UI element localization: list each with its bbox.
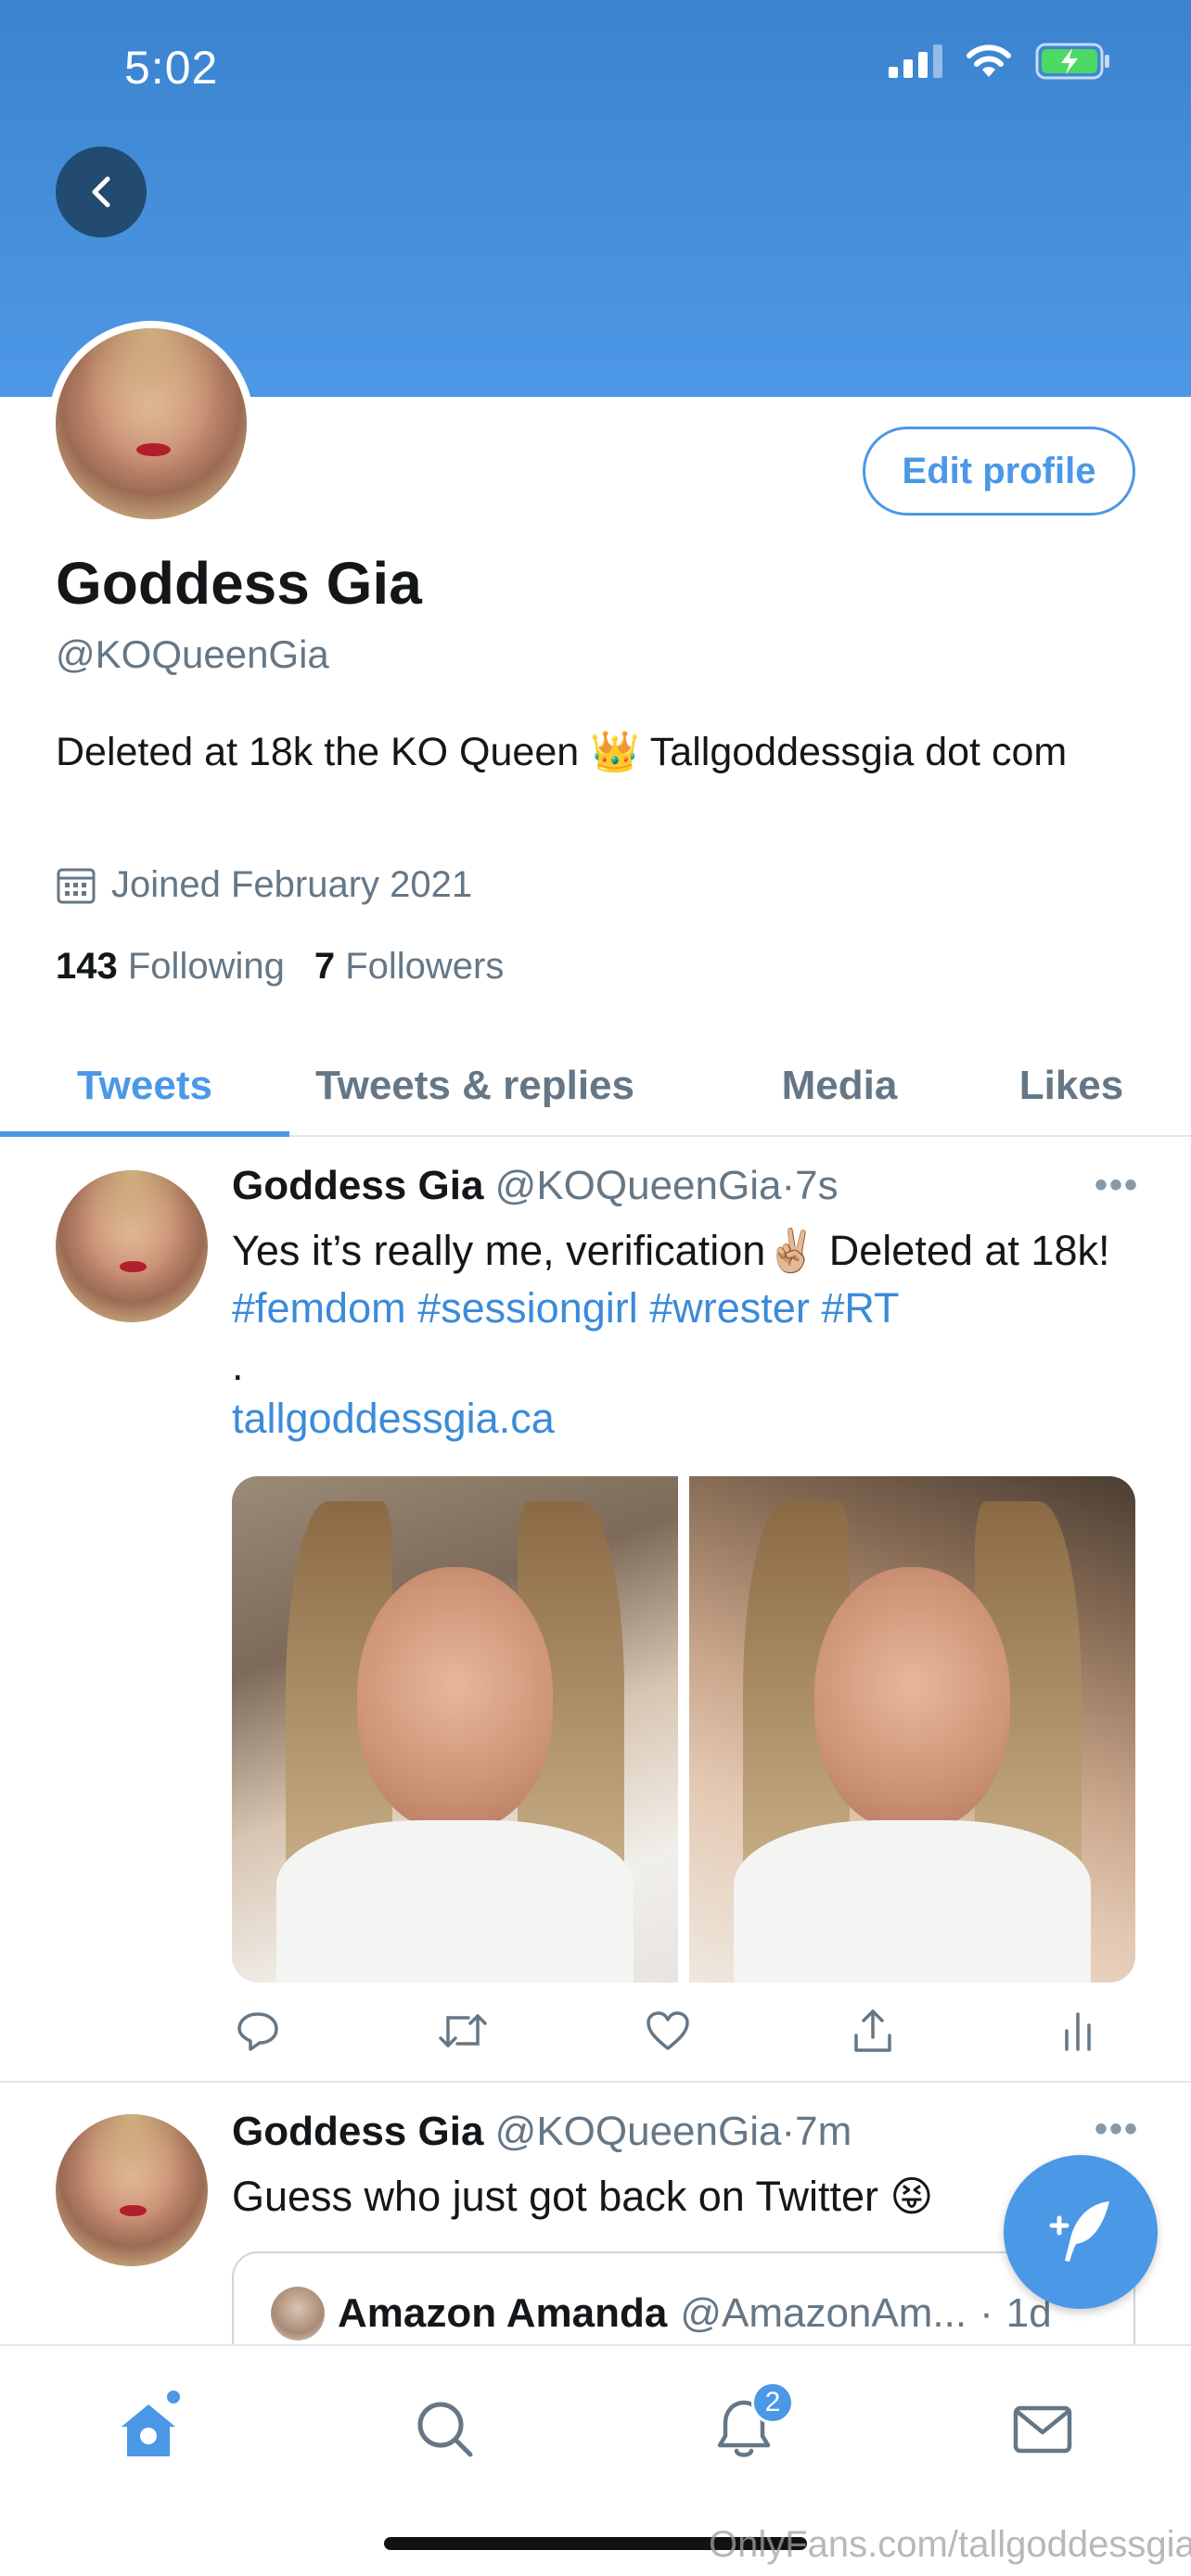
tab-media[interactable]: Media: [733, 1035, 946, 1137]
share-icon: [854, 2009, 891, 2052]
follow-stats: 143 Following 7 Followers: [56, 946, 504, 988]
quoted-author-handle: @AmazonAm...: [680, 2290, 967, 2336]
tweet[interactable]: Goddess Gia @KOQueenGia·7s ••• Yes it’s …: [0, 1137, 1191, 2083]
tweet-more-button[interactable]: •••: [1095, 1165, 1139, 1206]
tweet-photo[interactable]: [689, 1476, 1135, 1983]
tweet-author-handle: @KOQueenGia: [494, 2109, 782, 2154]
quoted-author-name: Amazon Amanda: [338, 2290, 668, 2336]
following-count: 143: [56, 946, 118, 987]
hashtag[interactable]: #sessiongirl: [417, 1284, 638, 1332]
tweet-author-handle: @KOQueenGia: [494, 1163, 782, 1208]
hashtag[interactable]: #wrester: [649, 1284, 810, 1332]
status-time: 5:02: [124, 42, 219, 94]
chevron-left-icon: [92, 176, 110, 208]
tweet-dot-line: .: [232, 1342, 244, 1389]
tab-messages[interactable]: [996, 2383, 1089, 2476]
tweet-separator: ·: [781, 1163, 796, 1208]
hashtag[interactable]: #RT: [821, 1284, 899, 1332]
profile-bio: Deleted at 18k the KO Queen 👑 Tallgoddes…: [56, 730, 1068, 774]
home-icon: [122, 2404, 175, 2456]
tweet-header: Goddess Gia @KOQueenGia·7s: [232, 1163, 839, 1209]
tweet-separator: ·: [781, 2109, 796, 2154]
tweet-actions: [232, 2003, 1104, 2059]
home-new-dot: [167, 2391, 180, 2404]
tweet-avatar[interactable]: [56, 1170, 208, 1322]
followers-link[interactable]: 7 Followers: [314, 946, 505, 988]
tweet-author-name: Goddess Gia: [232, 2109, 484, 2154]
profile-handle: @KOQueenGia: [56, 632, 329, 676]
quoted-tweet-header: Amazon Amanda @AmazonAm... · 1d: [271, 2287, 1052, 2340]
tweet-text: Yes it’s really me, verification✌🏼 Delet…: [232, 1222, 1141, 1337]
analytics-button[interactable]: [1052, 2005, 1104, 2057]
tweet-more-button[interactable]: •••: [1095, 2109, 1139, 2150]
back-button[interactable]: [56, 147, 147, 237]
edit-profile-button[interactable]: Edit profile: [863, 427, 1135, 516]
profile-tabs: Tweets Tweets & replies Media Likes: [0, 1035, 1191, 1137]
profile-avatar[interactable]: [48, 321, 254, 527]
retweet-icon: [439, 2014, 487, 2047]
followers-count: 7: [314, 946, 336, 987]
mail-icon: [1013, 2405, 1072, 2454]
compose-feather-icon: [1049, 2201, 1109, 2262]
following-label: Following: [127, 946, 285, 987]
tab-notifications[interactable]: 2: [698, 2381, 794, 2476]
signal-icon: [889, 45, 942, 78]
watermark: OnlyFans.com/tallgoddessgia: [709, 2524, 1191, 2565]
reply-button[interactable]: [232, 2005, 284, 2057]
tab-tweets-replies[interactable]: Tweets & replies: [289, 1035, 660, 1137]
tweet-header: Goddess Gia @KOQueenGia·7m: [232, 2109, 852, 2155]
tweet-avatar[interactable]: [56, 2114, 208, 2266]
reply-icon: [237, 2012, 278, 2051]
notifications-badge: 2: [751, 2381, 794, 2424]
tweet-time: 7m: [795, 2109, 852, 2154]
tweet-text-plain: Yes it’s really me, verification✌🏼 Delet…: [232, 1227, 1110, 1274]
compose-tweet-button[interactable]: [1004, 2155, 1158, 2309]
search-icon: [417, 2402, 473, 2457]
following-link[interactable]: 143 Following: [56, 946, 285, 988]
tweet-media: [232, 1476, 1135, 1983]
joined-date: Joined February 2021: [56, 864, 472, 906]
analytics-icon: [1065, 2012, 1091, 2051]
tab-tweets[interactable]: Tweets: [0, 1035, 289, 1137]
quoted-separator: ·: [980, 2290, 993, 2336]
heart-icon: [647, 2011, 689, 2050]
joined-label: Joined February 2021: [111, 864, 473, 905]
tweet-time: 7s: [795, 1163, 839, 1208]
tab-search[interactable]: [399, 2383, 492, 2476]
quoted-avatar: [271, 2287, 325, 2340]
profile-name: Goddess Gia: [56, 550, 422, 617]
tab-likes[interactable]: Likes: [965, 1035, 1178, 1137]
tab-home[interactable]: [102, 2383, 195, 2476]
like-button[interactable]: [642, 2005, 694, 2057]
share-button[interactable]: [847, 2005, 899, 2057]
retweet-button[interactable]: [437, 2005, 489, 2057]
calendar-icon: [57, 868, 96, 903]
wifi-icon: [967, 45, 1011, 77]
battery-charging-icon: [1035, 43, 1109, 80]
tweet-photo[interactable]: [232, 1476, 678, 1983]
status-icons: [889, 43, 1111, 80]
hashtag[interactable]: #femdom: [232, 1284, 406, 1332]
tweet-link[interactable]: tallgoddessgia.ca: [232, 1395, 555, 1443]
tweet-author-name: Goddess Gia: [232, 1163, 484, 1208]
followers-label: Followers: [345, 946, 505, 987]
